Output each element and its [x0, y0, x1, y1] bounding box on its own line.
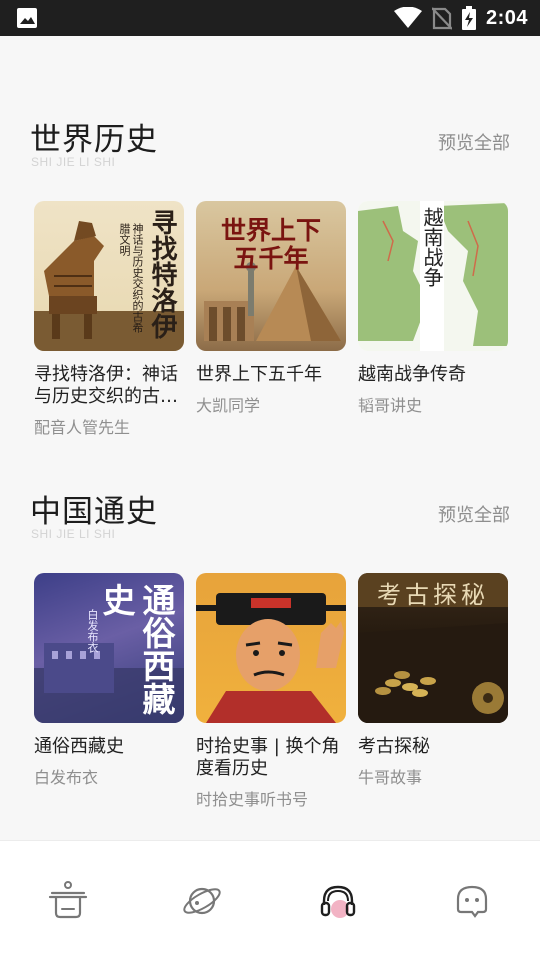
- cover-title-text: 世界上下五千年: [220, 216, 321, 273]
- planet-icon: [183, 887, 221, 915]
- section-title: 世界历史: [30, 122, 158, 158]
- battery-charging-icon: [461, 6, 476, 30]
- book-cover[interactable]: 通俗西藏史 白发布衣: [34, 573, 184, 723]
- section-subtitle: SHI JIE LI SHI: [31, 527, 116, 541]
- cover-title-text: 通俗西藏史: [97, 583, 176, 715]
- status-bar: 2:04: [0, 0, 540, 36]
- book-card[interactable]: 寻找特洛伊 神话与历史交织的古希腊文明 寻找特洛伊：神话与历史交织的古… 配音人…: [34, 201, 184, 438]
- cover-subtitle-text: 神话与历史交织的古希腊文明: [118, 223, 144, 333]
- book-cover[interactable]: 考古探秘: [358, 573, 508, 723]
- book-author: 时拾史事听书号: [196, 790, 309, 809]
- cover-title-text: 世界上下五千年: [196, 217, 346, 273]
- book-cover[interactable]: 寻找特洛伊 神话与历史交织的古希腊文明: [34, 201, 184, 351]
- book-cover[interactable]: 越南战争: [358, 201, 508, 351]
- book-author: 大凯同学: [196, 396, 261, 415]
- book-title: 寻找特洛伊：神话与历史交织的古…: [34, 364, 178, 407]
- content-area: 世界历史 SHI JIE LI SHI 预览全部 寻找特洛伊 神话与历史交织的古…: [0, 36, 540, 840]
- tab-listen[interactable]: [316, 879, 360, 923]
- book-card[interactable]: 越南战争 越南战争传奇 韬哥讲史: [358, 201, 508, 416]
- preview-all-link[interactable]: 预览全部: [438, 501, 510, 527]
- headphones-icon: [320, 885, 356, 918]
- tab-pot[interactable]: [46, 879, 90, 923]
- face-icon: [456, 885, 488, 918]
- gallery-icon: [17, 8, 37, 28]
- wifi-icon: [393, 7, 422, 28]
- book-title: 考古探秘: [358, 736, 430, 757]
- pot-icon: [48, 881, 88, 919]
- book-cover[interactable]: 世界上下五千年: [196, 201, 346, 351]
- official-illustration: [196, 593, 346, 723]
- cover-title-text: 寻找特洛伊: [147, 209, 177, 339]
- book-title: 时拾史事 | 换个角度看历史: [196, 736, 340, 779]
- no-sim-icon: [431, 7, 452, 30]
- book-card[interactable]: 时拾史事 | 换个角度看历史 时拾史事听书号: [196, 573, 346, 810]
- book-author: 韬哥讲史: [358, 396, 423, 415]
- cover-subtitle-text: 白发布衣: [86, 609, 99, 653]
- section-title: 中国通史: [30, 494, 158, 530]
- section-subtitle: SHI JIE LI SHI: [31, 155, 116, 169]
- book-title: 世界上下五千年: [196, 364, 322, 385]
- tab-discover[interactable]: [180, 879, 224, 923]
- tab-profile[interactable]: [450, 879, 494, 923]
- book-author: 白发布衣: [34, 768, 99, 787]
- cover-title-text: 考古探秘: [377, 581, 489, 609]
- book-author: 配音人管先生: [34, 418, 131, 437]
- book-title: 通俗西藏史: [34, 736, 124, 757]
- book-author: 牛哥故事: [358, 768, 423, 787]
- book-card[interactable]: 通俗西藏史 白发布衣 通俗西藏史 白发布衣: [34, 573, 184, 788]
- bottom-tab-bar: [0, 840, 540, 960]
- book-card[interactable]: 考古探秘 考古探秘 牛哥故事: [358, 573, 508, 788]
- book-cover[interactable]: [196, 573, 346, 723]
- book-title: 越南战争传奇: [358, 364, 466, 385]
- status-time: 2:04: [485, 6, 528, 29]
- book-card[interactable]: 世界上下五千年 世界上下五千年 大凯同学: [196, 201, 346, 416]
- cover-title-text: 越南战争: [420, 207, 444, 287]
- preview-all-link[interactable]: 预览全部: [438, 129, 510, 155]
